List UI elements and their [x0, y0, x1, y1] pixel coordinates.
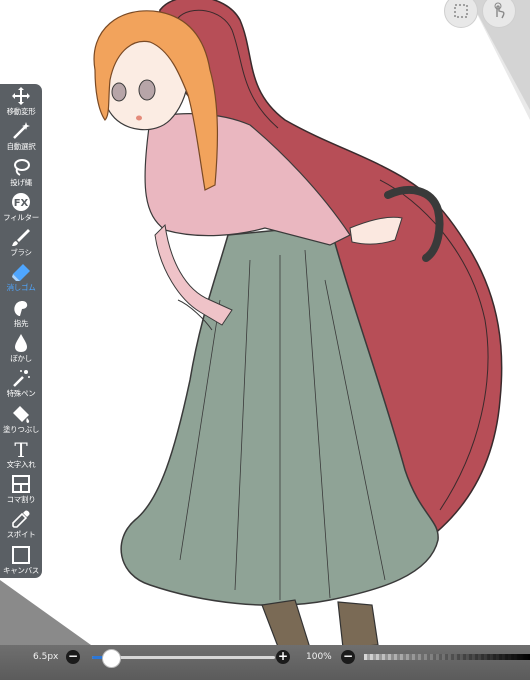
- special-pen-icon: [13, 370, 30, 388]
- tool-label: コマ割り: [6, 495, 36, 505]
- canvas-icon: [12, 545, 30, 564]
- tool-bucket[interactable]: 塗りつぶし: [0, 404, 42, 438]
- tool-label: 自動選択: [6, 142, 36, 152]
- opacity-slider-gradient: [364, 654, 530, 660]
- tool-label: 消しゴム: [6, 283, 36, 293]
- touch-hand-icon: [494, 2, 505, 19]
- svg-text:T: T: [14, 439, 28, 459]
- tool-label: フィルター: [3, 212, 39, 222]
- tool-label: キャンバス: [3, 565, 39, 575]
- tool-label: 指先: [13, 318, 29, 328]
- brush-icon: [12, 229, 30, 247]
- bottom-bar: [0, 645, 530, 680]
- tool-frame-divider[interactable]: コマ割り: [0, 474, 42, 508]
- tool-label: 文字入れ: [6, 459, 36, 469]
- brush-size-decrease-button[interactable]: −: [66, 650, 80, 664]
- tool-brush[interactable]: ブラシ: [0, 227, 42, 261]
- eraser-icon: [12, 264, 30, 282]
- magic-wand-icon: [13, 122, 30, 140]
- tool-fx[interactable]: FX フィルター: [0, 192, 42, 226]
- tool-blur-drop[interactable]: ぼかし: [0, 333, 42, 367]
- tool-label: スポイト: [6, 530, 36, 540]
- tool-finger[interactable]: 指先: [0, 298, 42, 332]
- tool-special-pen[interactable]: 特殊ペン: [0, 368, 42, 402]
- selection-icon: [454, 4, 468, 18]
- text-icon: T: [14, 439, 28, 459]
- bucket-icon: [13, 405, 30, 423]
- opacity-decrease-button[interactable]: −: [341, 650, 355, 664]
- canvas-illustration[interactable]: [0, 0, 530, 680]
- tool-magic-wand[interactable]: 自動選択: [0, 121, 42, 155]
- tool-label: ブラシ: [10, 248, 32, 258]
- tool-eraser[interactable]: 消しゴム: [0, 262, 42, 296]
- tool-lasso[interactable]: 投げ縄: [0, 157, 42, 191]
- svg-text:FX: FX: [14, 198, 29, 209]
- frame-divider-icon: [12, 475, 30, 494]
- blur-drop-icon: [15, 334, 27, 352]
- brush-size-increase-button[interactable]: +: [276, 650, 290, 664]
- opacity-readout: 100%: [306, 652, 332, 662]
- tool-label: ぼかし: [10, 354, 32, 363]
- lasso-icon: [14, 158, 30, 176]
- tool-text[interactable]: T 文字入れ: [0, 439, 42, 473]
- eyedropper-icon: [12, 510, 30, 529]
- tool-label: 投げ縄: [10, 177, 32, 187]
- tool-eyedropper[interactable]: スポイト: [0, 509, 42, 543]
- tool-label: 特殊ペン: [6, 389, 36, 399]
- fx-icon: FX: [12, 192, 30, 211]
- tool-panel: 移動変形自動選択投げ縄 FX フィルターブラシ消しゴム指先ぼかし特殊ペン塗りつぶし T…: [0, 84, 42, 578]
- tool-move[interactable]: 移動変形: [0, 86, 42, 120]
- tool-label: 塗りつぶし: [2, 424, 40, 434]
- brush-size-readout: 6.5px: [33, 652, 59, 662]
- finger-icon: [14, 300, 28, 316]
- move-icon: [12, 87, 30, 105]
- tool-canvas[interactable]: キャンバス: [0, 545, 42, 579]
- tool-label: 移動変形: [6, 107, 36, 116]
